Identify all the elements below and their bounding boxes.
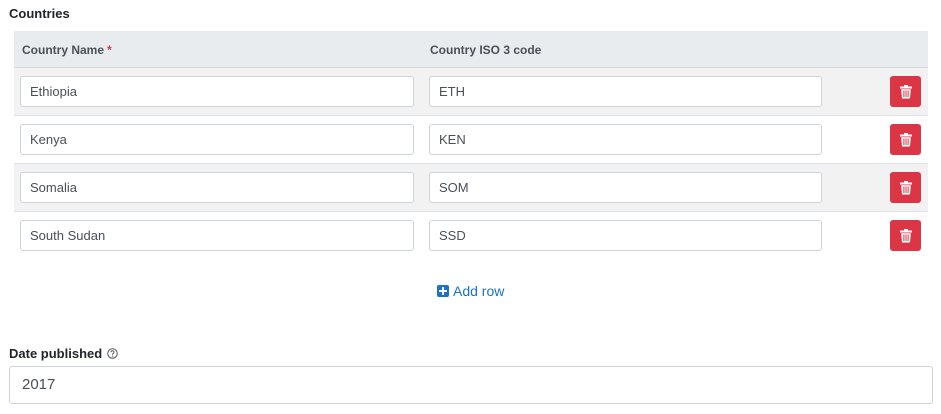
date-published-label: Date published bbox=[9, 346, 118, 361]
country-name-header-label: Country Name bbox=[22, 43, 105, 57]
plus-square-icon bbox=[437, 285, 449, 297]
column-header-iso-code: Country ISO 3 code bbox=[430, 43, 542, 57]
date-published-input[interactable]: 2017 bbox=[9, 366, 933, 404]
trash-icon bbox=[899, 180, 912, 194]
table-row: Kenya KEN bbox=[14, 116, 928, 164]
trash-icon bbox=[899, 84, 912, 98]
column-header-country-name: Country Name * bbox=[22, 43, 112, 57]
country-name-input[interactable]: South Sudan bbox=[20, 220, 414, 251]
table-row: Ethiopia ETH bbox=[14, 68, 928, 116]
add-row-button[interactable]: Add row bbox=[437, 283, 504, 299]
delete-row-button[interactable] bbox=[890, 220, 921, 251]
country-name-input[interactable]: Somalia bbox=[20, 172, 414, 203]
country-iso-input[interactable]: ETH bbox=[429, 76, 822, 107]
trash-icon bbox=[899, 228, 912, 242]
table-header: Country Name * Country ISO 3 code bbox=[14, 31, 928, 68]
table-row: South Sudan SSD bbox=[14, 212, 928, 260]
delete-row-button[interactable] bbox=[890, 124, 921, 155]
add-row-label: Add row bbox=[453, 283, 505, 299]
countries-label: Countries bbox=[9, 6, 70, 21]
country-iso-input[interactable]: SSD bbox=[429, 220, 822, 251]
date-published-label-text: Date published bbox=[9, 346, 103, 361]
countries-table: Country Name * Country ISO 3 code Ethiopi… bbox=[14, 31, 928, 260]
country-iso-input[interactable]: SOM bbox=[429, 172, 822, 203]
question-circle-icon[interactable] bbox=[107, 348, 118, 359]
country-name-input[interactable]: Kenya bbox=[20, 124, 414, 155]
country-iso-input[interactable]: KEN bbox=[429, 124, 822, 155]
delete-row-button[interactable] bbox=[890, 76, 921, 107]
country-name-input[interactable]: Ethiopia bbox=[20, 76, 414, 107]
delete-row-button[interactable] bbox=[890, 172, 921, 203]
table-row: Somalia SOM bbox=[14, 164, 928, 212]
trash-icon bbox=[899, 132, 912, 146]
required-marker: * bbox=[107, 43, 112, 57]
